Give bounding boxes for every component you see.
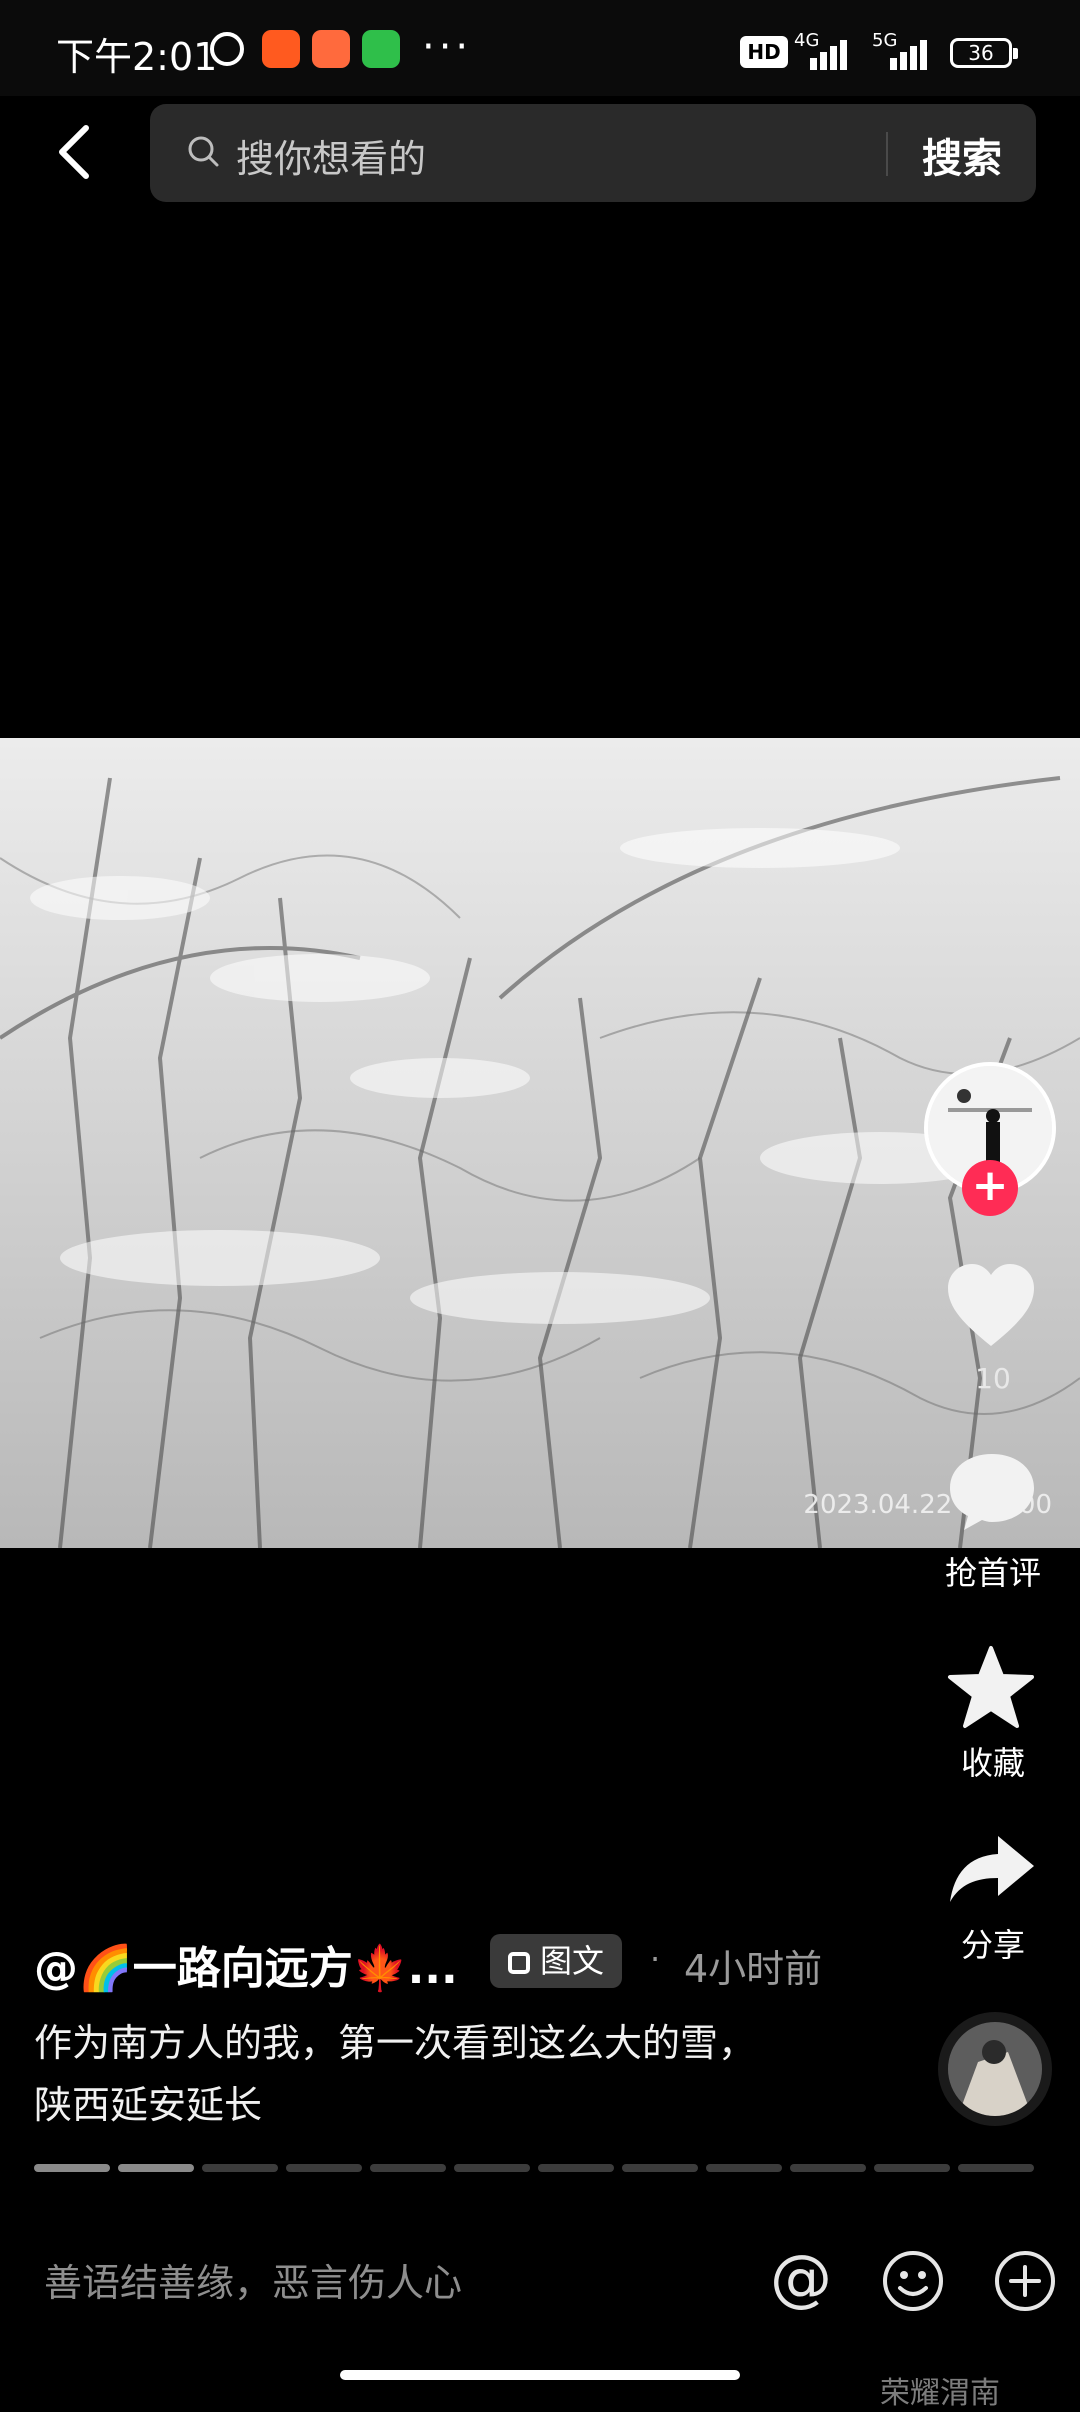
progress-segment [454, 2164, 530, 2172]
add-icon[interactable] [992, 2248, 1058, 2314]
progress-segment [370, 2164, 446, 2172]
tag-label: 图文 [540, 1942, 605, 1980]
progress-segment [538, 2164, 614, 2172]
star-icon[interactable] [946, 1644, 1036, 1730]
progress-segment [874, 2164, 950, 2172]
progress-segment [622, 2164, 698, 2172]
search-icon [188, 136, 219, 167]
signal-icon [890, 36, 936, 70]
progress-segment [958, 2164, 1034, 2172]
follow-button[interactable]: + [962, 1160, 1018, 1216]
progress-segment [34, 2164, 110, 2172]
author-name[interactable]: @🌈一路向远方🍁... [34, 1932, 458, 1996]
progress-segment [790, 2164, 866, 2172]
like-count: 10 [975, 1362, 1011, 1395]
caption-line-1: 作为南方人的我，第一次看到这么大的雪， [34, 2021, 757, 2065]
music-disc[interactable] [938, 2012, 1052, 2126]
progress-segment [706, 2164, 782, 2172]
search-button[interactable]: 搜索 [922, 126, 1002, 184]
status-bar: 下午2:01 ··· HD 4G 5G 36 [0, 0, 1080, 96]
home-indicator[interactable] [340, 2370, 740, 2380]
battery-icon: 36 [950, 38, 1018, 68]
share-icon[interactable] [946, 1832, 1038, 1908]
progress-segment [286, 2164, 362, 2172]
search-input[interactable]: 搜你想看的 [236, 128, 426, 183]
wechat-icon [362, 30, 400, 68]
alarm-icon [210, 32, 244, 66]
music-cover-image [948, 2022, 1042, 2116]
snowy-trees-image [0, 738, 1080, 1548]
shopping-app-icon [312, 30, 350, 68]
image-progress-indicator [34, 2164, 1034, 2172]
back-icon[interactable] [48, 122, 100, 182]
heart-icon[interactable] [944, 1262, 1038, 1352]
status-time: 下午2:01 [56, 35, 218, 79]
hd-icon: HD [740, 36, 788, 68]
search-divider [886, 132, 888, 176]
emoji-icon[interactable] [880, 2248, 946, 2314]
post-image[interactable]: 2023.04.22 · 06:00 [0, 738, 1080, 1548]
caption-line-2: 陕西延安延长 [34, 2083, 263, 2127]
share-label[interactable]: 分享 [900, 1920, 1080, 1966]
first-comment-label[interactable]: 抢首评 [900, 1548, 1080, 1594]
watermark: 荣耀渭南 [880, 2376, 1000, 2411]
comment-icon[interactable] [946, 1450, 1038, 1534]
favorite-label[interactable]: 收藏 [900, 1738, 1080, 1784]
signal-icon [810, 36, 856, 70]
app-notification-icon [262, 30, 300, 68]
post-caption: 作为南方人的我，第一次看到这么大的雪， 陕西延安延长 [34, 2012, 854, 2136]
image-text-tag[interactable]: 图文 [490, 1934, 623, 1988]
more-notifications-icon: ··· [422, 24, 473, 70]
separator-dot: · [650, 1940, 661, 1978]
search-bar[interactable]: 搜你想看的 搜索 [150, 104, 1036, 202]
post-time: 4小时前 [684, 1947, 823, 1991]
comment-input[interactable]: 善语结善缘，恶言伤人心 [44, 2252, 462, 2307]
image-text-icon [508, 1952, 530, 1974]
progress-segment [118, 2164, 194, 2172]
progress-segment [202, 2164, 278, 2172]
mention-icon[interactable]: @ [770, 2246, 832, 2310]
